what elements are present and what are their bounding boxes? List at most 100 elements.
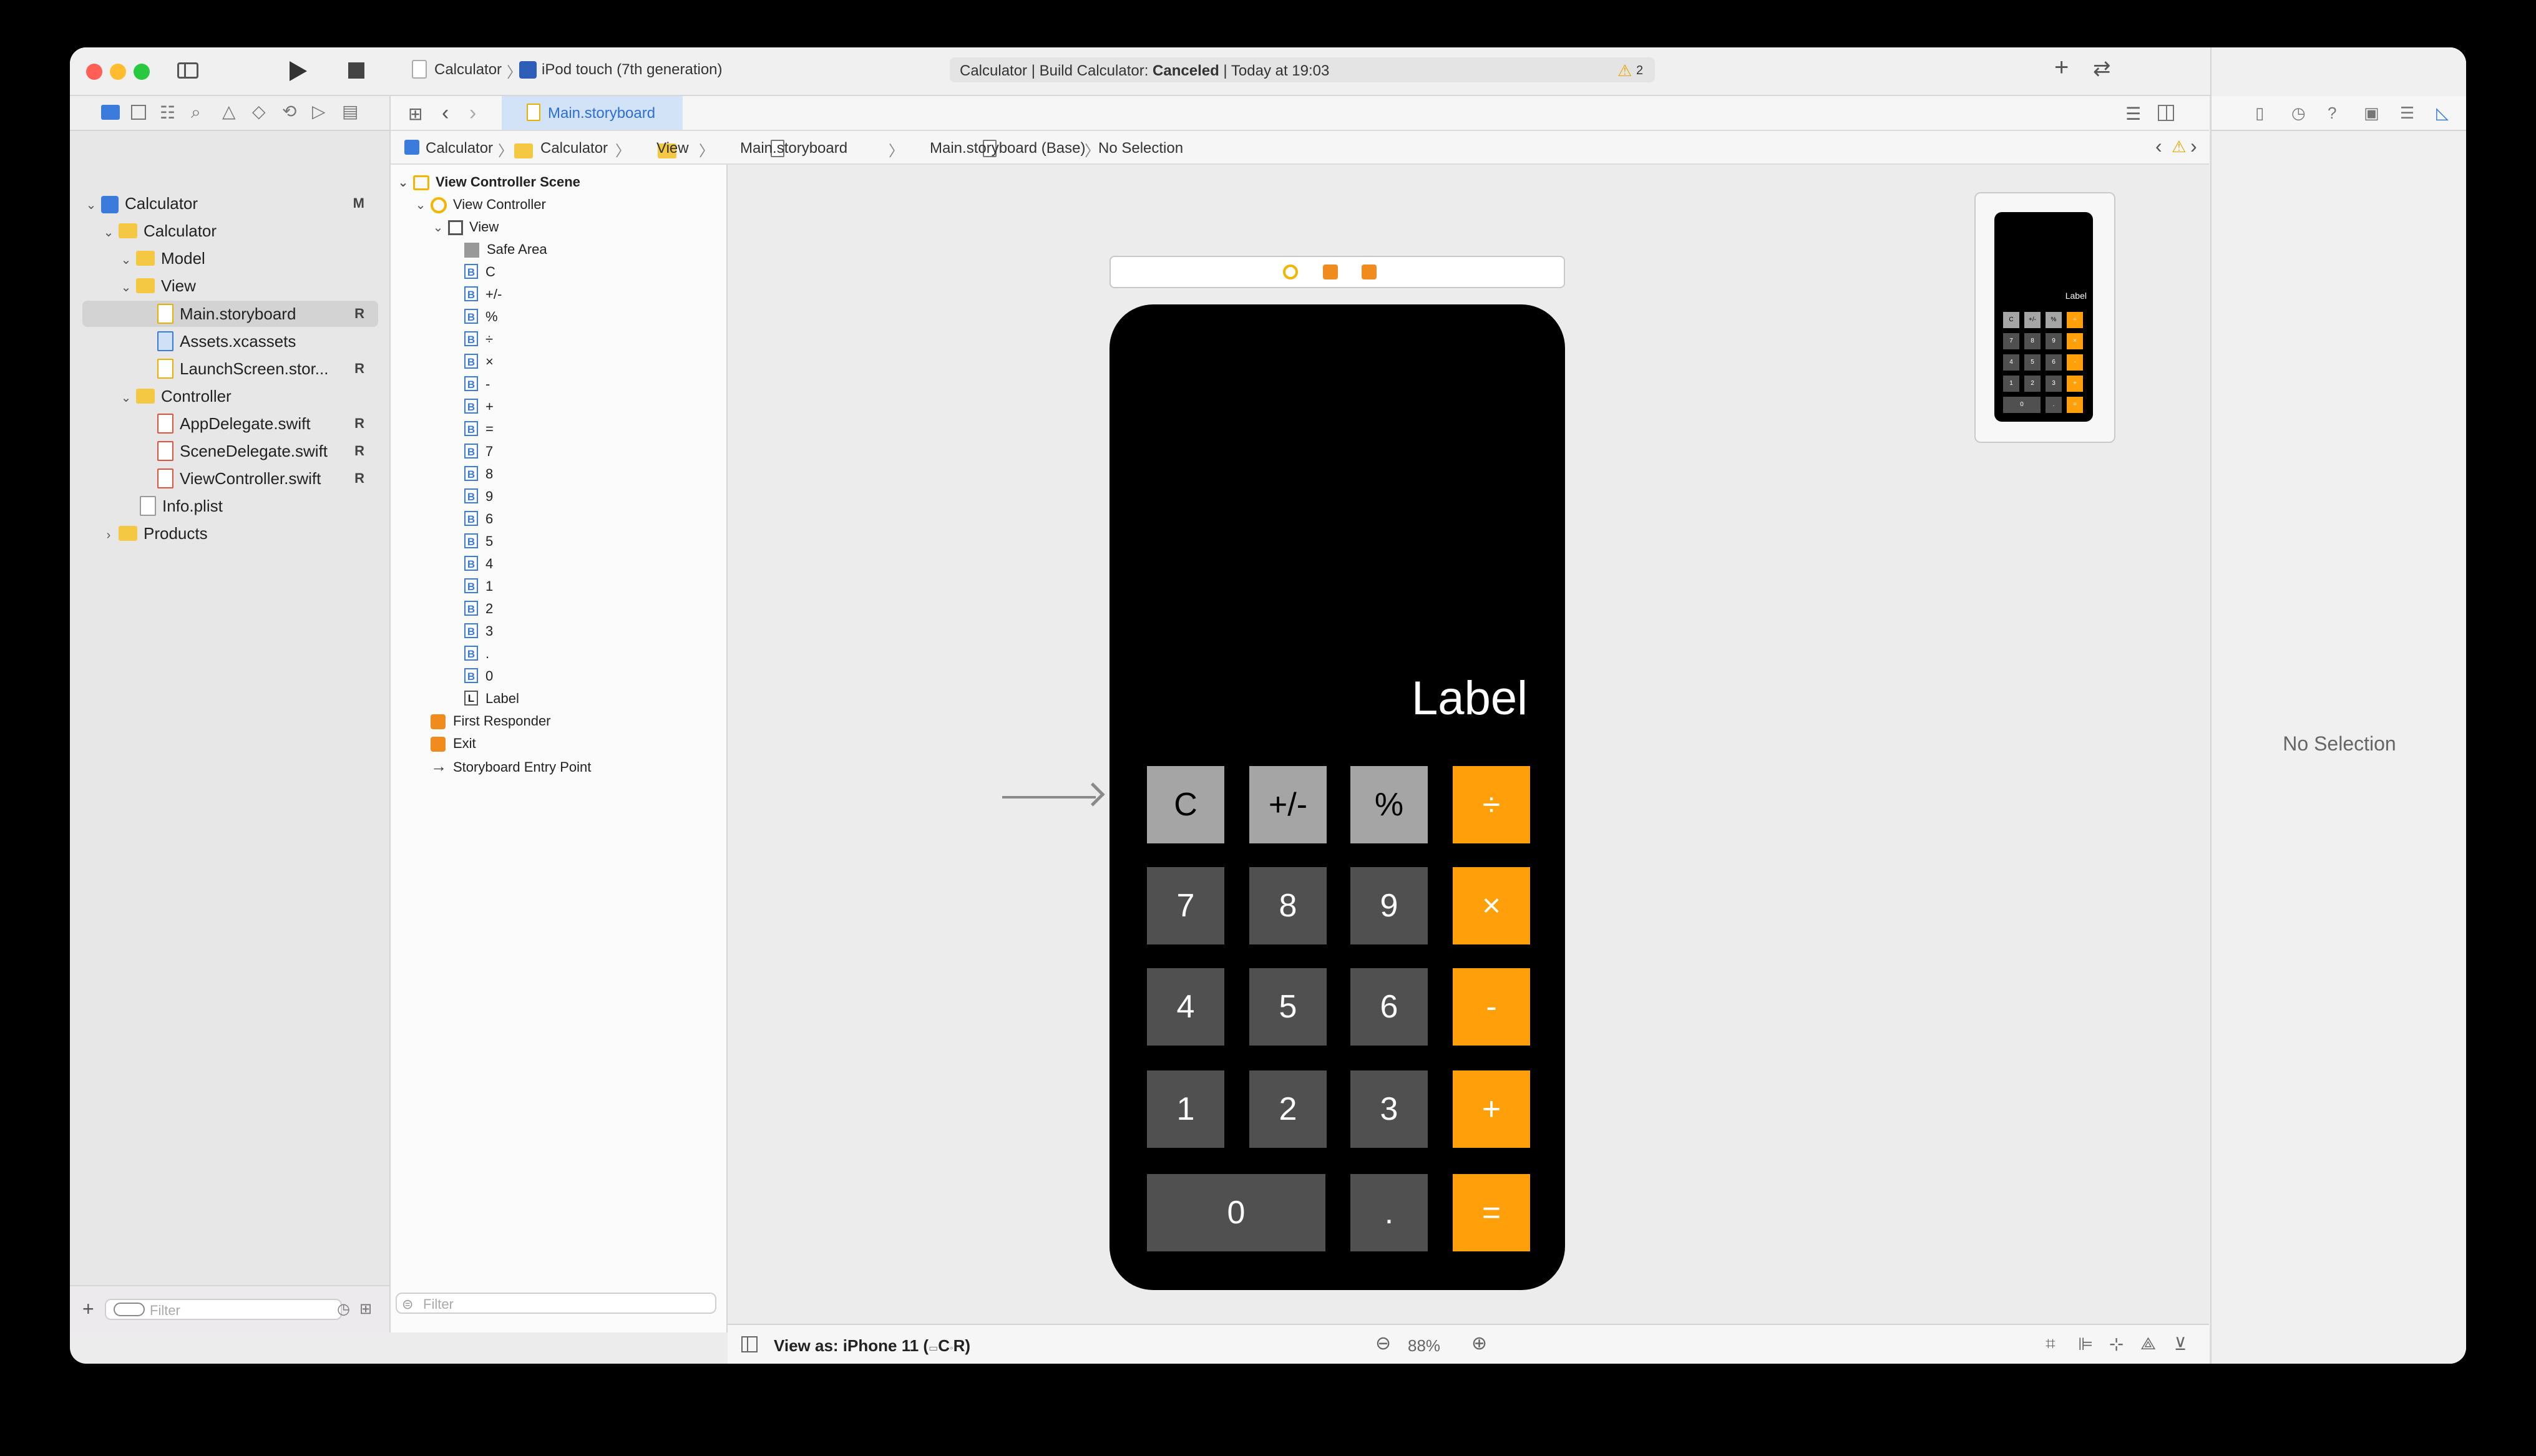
- attributes-inspector-icon[interactable]: ☰: [2400, 104, 2414, 123]
- add-icon[interactable]: +: [2054, 54, 2069, 82]
- outline-safe-area[interactable]: Safe Area: [464, 238, 547, 261]
- view-controller-icon[interactable]: [1283, 265, 1298, 279]
- outline-button[interactable]: B5: [464, 530, 493, 553]
- outline-button[interactable]: BC: [464, 261, 495, 283]
- breadcrumb-item[interactable]: Calculator: [426, 140, 493, 157]
- source-control-icon[interactable]: [131, 105, 146, 120]
- update-frames-icon[interactable]: ⌗: [2046, 1334, 2056, 1354]
- debug-icon[interactable]: ⟲: [282, 101, 296, 122]
- next-issue-icon[interactable]: ›: [2190, 135, 2197, 158]
- tab-main-storyboard[interactable]: Main.storyboard: [502, 96, 683, 130]
- test-icon[interactable]: ◇: [252, 101, 266, 122]
- chevron-right-icon[interactable]: ›: [102, 523, 115, 548]
- help-inspector-icon[interactable]: ?: [2328, 104, 2336, 123]
- report-icon[interactable]: ▤: [342, 101, 358, 122]
- scm-filter-icon[interactable]: ⊞: [359, 1300, 372, 1318]
- back-icon[interactable]: ‹: [442, 101, 449, 125]
- sidebar-toggle-icon[interactable]: [177, 62, 198, 79]
- outline-scene[interactable]: ⌄ View Controller Scene: [397, 171, 580, 193]
- key-5[interactable]: 5: [1249, 968, 1327, 1046]
- find-icon[interactable]: ⌕: [191, 102, 201, 123]
- key-decimal[interactable]: .: [1350, 1174, 1428, 1251]
- breadcrumb-item[interactable]: Main.storyboard: [740, 140, 847, 157]
- nav-item-main-storyboard[interactable]: Main.storyboard: [157, 301, 296, 326]
- nav-item-project[interactable]: ⌄ Calculator: [85, 191, 198, 216]
- run-icon[interactable]: [290, 61, 307, 81]
- recent-files-icon[interactable]: ◷: [337, 1300, 350, 1318]
- split-editor-icon[interactable]: [2158, 105, 2174, 121]
- outline-entry-point[interactable]: → Storyboard Entry Point: [431, 755, 591, 777]
- symbol-navigator-icon[interactable]: ☷: [160, 102, 175, 123]
- outline-button[interactable]: B ×: [464, 351, 494, 373]
- warning-icon[interactable]: ⚠: [1617, 61, 1632, 80]
- display-label[interactable]: Label: [1412, 671, 1528, 726]
- chevron-down-icon[interactable]: ⌄: [102, 220, 115, 245]
- nav-item-products[interactable]: › Products: [102, 521, 208, 546]
- nav-item-group-calculator[interactable]: ⌄ Calculator: [102, 218, 217, 243]
- key-plus[interactable]: +: [1453, 1070, 1530, 1148]
- chevron-down-icon[interactable]: ⌄: [120, 386, 132, 410]
- nav-item-controller[interactable]: ⌄ Controller: [120, 384, 232, 409]
- nav-item-infoplist[interactable]: Info.plist: [140, 493, 223, 518]
- related-items-icon[interactable]: ⊞: [408, 104, 422, 124]
- outline-button[interactable]: B6: [464, 508, 493, 530]
- outline-button[interactable]: B8: [464, 463, 493, 485]
- key-6[interactable]: 6: [1350, 968, 1428, 1046]
- key-sign[interactable]: +/-: [1249, 766, 1327, 843]
- key-percent[interactable]: %: [1350, 766, 1428, 843]
- outline-toggle-icon[interactable]: [741, 1336, 758, 1352]
- warning-icon[interactable]: ⚠: [2172, 137, 2186, 157]
- canvas-minimap[interactable]: Label C +/- % ÷ 7 8 9 × 4 5 6 - 1 2 3 + …: [1974, 192, 2115, 443]
- entry-point-arrow[interactable]: [1002, 796, 1096, 798]
- outline-button[interactable]: B9: [464, 485, 493, 508]
- key-1[interactable]: 1: [1147, 1070, 1224, 1148]
- outline-view[interactable]: ⌄ View: [432, 216, 499, 238]
- view-as-button[interactable]: View as: iPhone 11 (▭C◦R): [774, 1336, 970, 1356]
- chevron-down-icon[interactable]: ⌄: [414, 194, 427, 216]
- outline-first-responder[interactable]: First Responder: [431, 710, 551, 732]
- key-multiply[interactable]: ×: [1453, 867, 1530, 944]
- nav-item-launchscreen[interactable]: LaunchScreen.stor...: [157, 356, 328, 381]
- chevron-down-icon[interactable]: ⌄: [120, 275, 132, 300]
- outline-button[interactable]: B +/-: [464, 283, 502, 306]
- size-inspector-icon[interactable]: ◺: [2436, 104, 2449, 123]
- outline-button[interactable]: B7: [464, 440, 493, 463]
- warning-count[interactable]: 2: [1636, 64, 1643, 78]
- key-8[interactable]: 8: [1249, 867, 1327, 944]
- outline-button[interactable]: B =: [464, 418, 494, 440]
- breadcrumb-item[interactable]: Main.storyboard (Base): [930, 140, 1085, 157]
- nav-item-scenedelegate[interactable]: SceneDelegate.swift: [157, 439, 328, 463]
- chevron-down-icon[interactable]: ⌄: [432, 216, 444, 239]
- outline-button[interactable]: B +: [464, 396, 494, 418]
- phone-preview[interactable]: Label C +/- % ÷ 7 8 9 × 4 5 6 - 1 2 3 + …: [1110, 304, 1565, 1290]
- chevron-down-icon[interactable]: ⌄: [120, 248, 132, 273]
- nav-item-view[interactable]: ⌄ View: [120, 273, 196, 298]
- key-equals[interactable]: =: [1453, 1174, 1530, 1251]
- key-clear[interactable]: C: [1147, 766, 1224, 843]
- editor-options-icon[interactable]: ☰: [2125, 104, 2141, 124]
- align-icon[interactable]: ⊫: [2078, 1334, 2093, 1354]
- outline-button[interactable]: B-: [464, 373, 490, 396]
- nav-item-assets[interactable]: Assets.xcassets: [157, 329, 296, 354]
- outline-button[interactable]: B4: [464, 553, 493, 575]
- key-3[interactable]: 3: [1350, 1070, 1428, 1148]
- outline-button[interactable]: B ÷: [464, 328, 493, 351]
- key-divide[interactable]: ÷: [1453, 766, 1530, 843]
- outline-label[interactable]: L Label: [464, 687, 519, 710]
- history-inspector-icon[interactable]: ◷: [2291, 104, 2306, 123]
- breakpoint-icon[interactable]: ▷: [312, 101, 326, 122]
- code-review-icon[interactable]: ⇄: [2093, 56, 2111, 81]
- key-4[interactable]: 4: [1147, 968, 1224, 1046]
- close-window-button[interactable]: [86, 64, 102, 80]
- outline-button[interactable]: B.: [464, 643, 489, 665]
- outline-exit[interactable]: Exit: [431, 732, 476, 755]
- issue-icon[interactable]: △: [222, 101, 236, 122]
- nav-item-viewcontroller[interactable]: ViewController.swift: [157, 466, 321, 491]
- first-responder-icon[interactable]: [1323, 265, 1338, 279]
- add-constraints-icon[interactable]: ⊹: [2109, 1334, 2124, 1354]
- zoom-out-icon[interactable]: ⊖: [1375, 1332, 1391, 1354]
- outline-button[interactable]: B2: [464, 598, 493, 620]
- identity-inspector-icon[interactable]: ▣: [2364, 104, 2379, 123]
- folder-navigator-icon[interactable]: [101, 105, 120, 120]
- key-7[interactable]: 7: [1147, 867, 1224, 944]
